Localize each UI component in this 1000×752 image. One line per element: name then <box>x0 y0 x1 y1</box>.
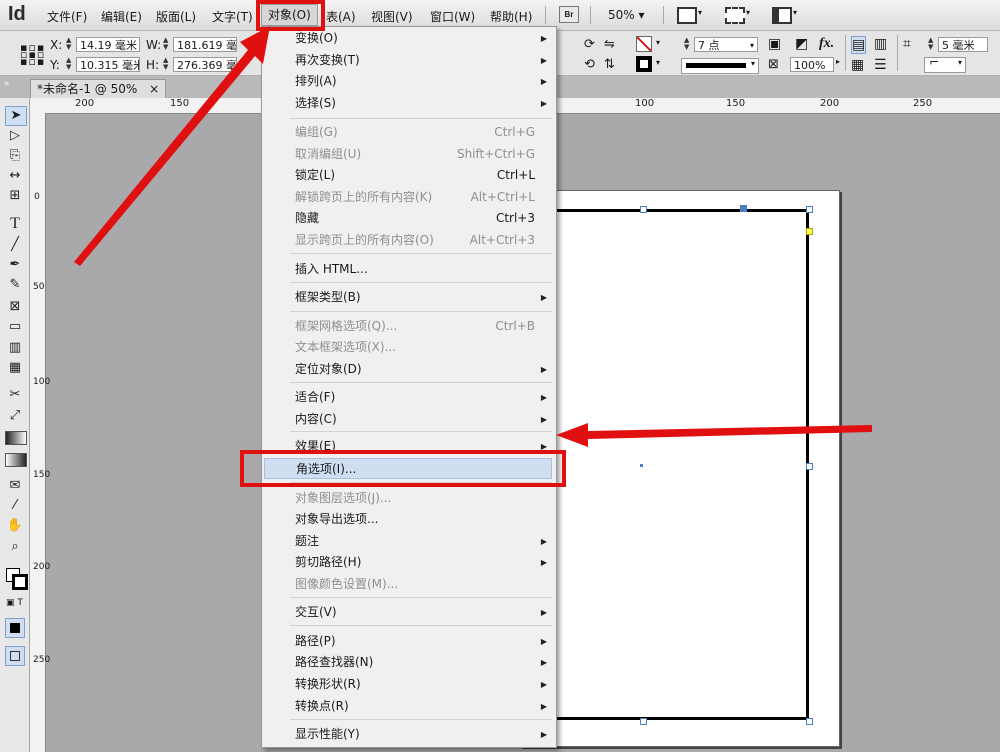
annotation-arrows <box>74 26 872 447</box>
arrow-to-corner-options <box>556 423 872 447</box>
arrow-to-object-menu <box>74 26 270 266</box>
